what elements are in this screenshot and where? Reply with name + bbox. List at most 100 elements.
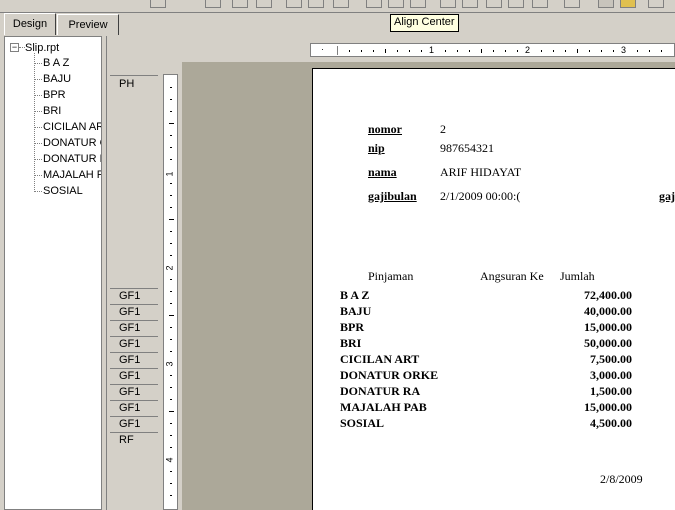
toolbar-button[interactable] (462, 0, 478, 8)
section-label-gf[interactable]: GF1 (119, 338, 140, 350)
toolbar-button[interactable] (256, 0, 272, 8)
ruler-origin-marker: · (321, 44, 324, 54)
tree-item[interactable]: BAJU (43, 73, 71, 85)
ruler-number: 4 (164, 457, 175, 463)
toolbar-button[interactable] (532, 0, 548, 8)
section-label-gf[interactable]: GF1 (119, 402, 140, 414)
tooltip: Align Center (390, 14, 459, 32)
field-label-nama[interactable]: nama (368, 165, 397, 180)
row-amount[interactable]: 7,500.00 (540, 352, 632, 367)
toolbar-button[interactable] (286, 0, 302, 8)
lock-icon[interactable] (620, 0, 636, 8)
row-amount[interactable]: 15,000.00 (540, 320, 632, 335)
toolbar-button[interactable] (440, 0, 456, 8)
row-name[interactable]: SOSIAL (340, 416, 440, 431)
section-label-gf[interactable]: GF1 (119, 290, 140, 302)
row-name[interactable]: B A Z (340, 288, 440, 303)
tree-expander-icon[interactable]: − (10, 43, 19, 52)
tree-item[interactable]: B A Z (43, 57, 69, 69)
section-label-ph[interactable]: PH (119, 78, 134, 90)
section-label-gf[interactable]: GF1 (119, 370, 140, 382)
row-name[interactable]: DONATUR ORKE (340, 368, 440, 383)
tab-preview[interactable]: Preview (57, 14, 119, 35)
section-label-rf[interactable]: RF (119, 434, 134, 446)
footer-date[interactable]: 2/8/2009 (600, 472, 643, 487)
tree-item[interactable]: DONATUR R (43, 153, 101, 165)
column-header-pinjaman[interactable]: Pinjaman (368, 269, 413, 284)
field-value-nama[interactable]: ARIF HIDAYAT (440, 165, 521, 180)
toolbar-button[interactable] (564, 0, 580, 8)
section-divider (110, 320, 158, 321)
row-amount[interactable]: 15,000.00 (540, 400, 632, 415)
toolbar-button[interactable] (333, 0, 349, 8)
tree-item[interactable]: CICILAN AR (43, 121, 101, 133)
column-header-jumlah[interactable]: Jumlah (560, 269, 595, 284)
section-label-gf[interactable]: GF1 (119, 354, 140, 366)
toolbar-button[interactable] (486, 0, 502, 8)
section-gutter (107, 58, 161, 510)
field-label-nip[interactable]: nip (368, 141, 385, 156)
field-label-truncated[interactable]: gaj (659, 189, 675, 204)
section-divider (110, 400, 158, 401)
section-label-gf[interactable]: GF1 (119, 386, 140, 398)
align-left-button[interactable] (366, 0, 382, 8)
row-amount[interactable]: 50,000.00 (540, 336, 632, 351)
row-amount[interactable]: 72,400.00 (540, 288, 632, 303)
row-amount[interactable]: 4,500.00 (540, 416, 632, 431)
toolbar-button[interactable] (508, 0, 524, 8)
section-label-gf[interactable]: GF1 (119, 418, 140, 430)
section-label-gf[interactable]: GF1 (119, 306, 140, 318)
ruler-number: 2 (164, 265, 175, 271)
row-amount[interactable]: 1,500.00 (540, 384, 632, 399)
section-divider (110, 304, 158, 305)
align-right-button[interactable] (410, 0, 426, 8)
row-name[interactable]: CICILAN ART (340, 352, 440, 367)
row-name[interactable]: DONATUR RA (340, 384, 440, 399)
section-divider (110, 416, 158, 417)
field-value-nomor[interactable]: 2 (440, 122, 446, 137)
toolbar-button[interactable] (308, 0, 324, 8)
field-value-nip[interactable]: 987654321 (440, 141, 494, 156)
row-name[interactable]: MAJALAH PAB (340, 400, 440, 415)
toolbar-button[interactable] (150, 0, 166, 8)
field-label-nomor[interactable]: nomor (368, 122, 402, 137)
tree-item[interactable]: DONATUR C (43, 137, 101, 149)
row-name[interactable]: BRI (340, 336, 440, 351)
column-header-angsuran[interactable]: Angsuran Ke (480, 269, 544, 284)
tree-connector (34, 53, 35, 190)
toolbar (0, 0, 675, 13)
section-divider (110, 288, 158, 289)
section-divider (110, 432, 158, 433)
toolbar-button[interactable] (232, 0, 248, 8)
ruler-number: 1 (164, 171, 175, 177)
ruler-number: 2 (525, 45, 531, 55)
vertical-ruler[interactable]: 1 2 3 4 (163, 74, 178, 510)
section-divider (110, 352, 158, 353)
tree-root-item[interactable]: Slip.rpt (25, 42, 59, 54)
section-divider (110, 368, 158, 369)
section-divider (110, 75, 158, 76)
row-amount[interactable]: 3,000.00 (540, 368, 632, 383)
ruler-number: 1 (429, 45, 435, 55)
row-name[interactable]: BAJU (340, 304, 440, 319)
section-divider (110, 384, 158, 385)
tree-item[interactable]: SOSIAL (43, 185, 83, 197)
ruler-number: 3 (621, 45, 627, 55)
tree-item[interactable]: MAJALAH P. (43, 169, 101, 181)
row-name[interactable]: BPR (340, 320, 440, 335)
field-value-gajibulan[interactable]: 2/1/2009 00:00:( (440, 189, 522, 204)
tree-item[interactable]: BPR (43, 89, 66, 101)
toolbar-button[interactable] (598, 0, 614, 8)
field-label-gajibulan[interactable]: gajibulan (368, 189, 417, 204)
tree-item[interactable]: BRI (43, 105, 61, 117)
row-amount[interactable]: 40,000.00 (540, 304, 632, 319)
ruler-number: 3 (164, 361, 175, 367)
toolbar-button[interactable] (205, 0, 221, 8)
section-divider (110, 336, 158, 337)
toolbar-button[interactable] (648, 0, 664, 8)
align-center-button[interactable] (388, 0, 404, 8)
tab-design[interactable]: Design (4, 13, 56, 35)
section-label-gf[interactable]: GF1 (119, 322, 140, 334)
horizontal-ruler[interactable]: · 1 2 3 (310, 43, 675, 57)
report-tree: − Slip.rpt B A Z BAJU BPR BRI CICILAN AR… (4, 36, 102, 510)
